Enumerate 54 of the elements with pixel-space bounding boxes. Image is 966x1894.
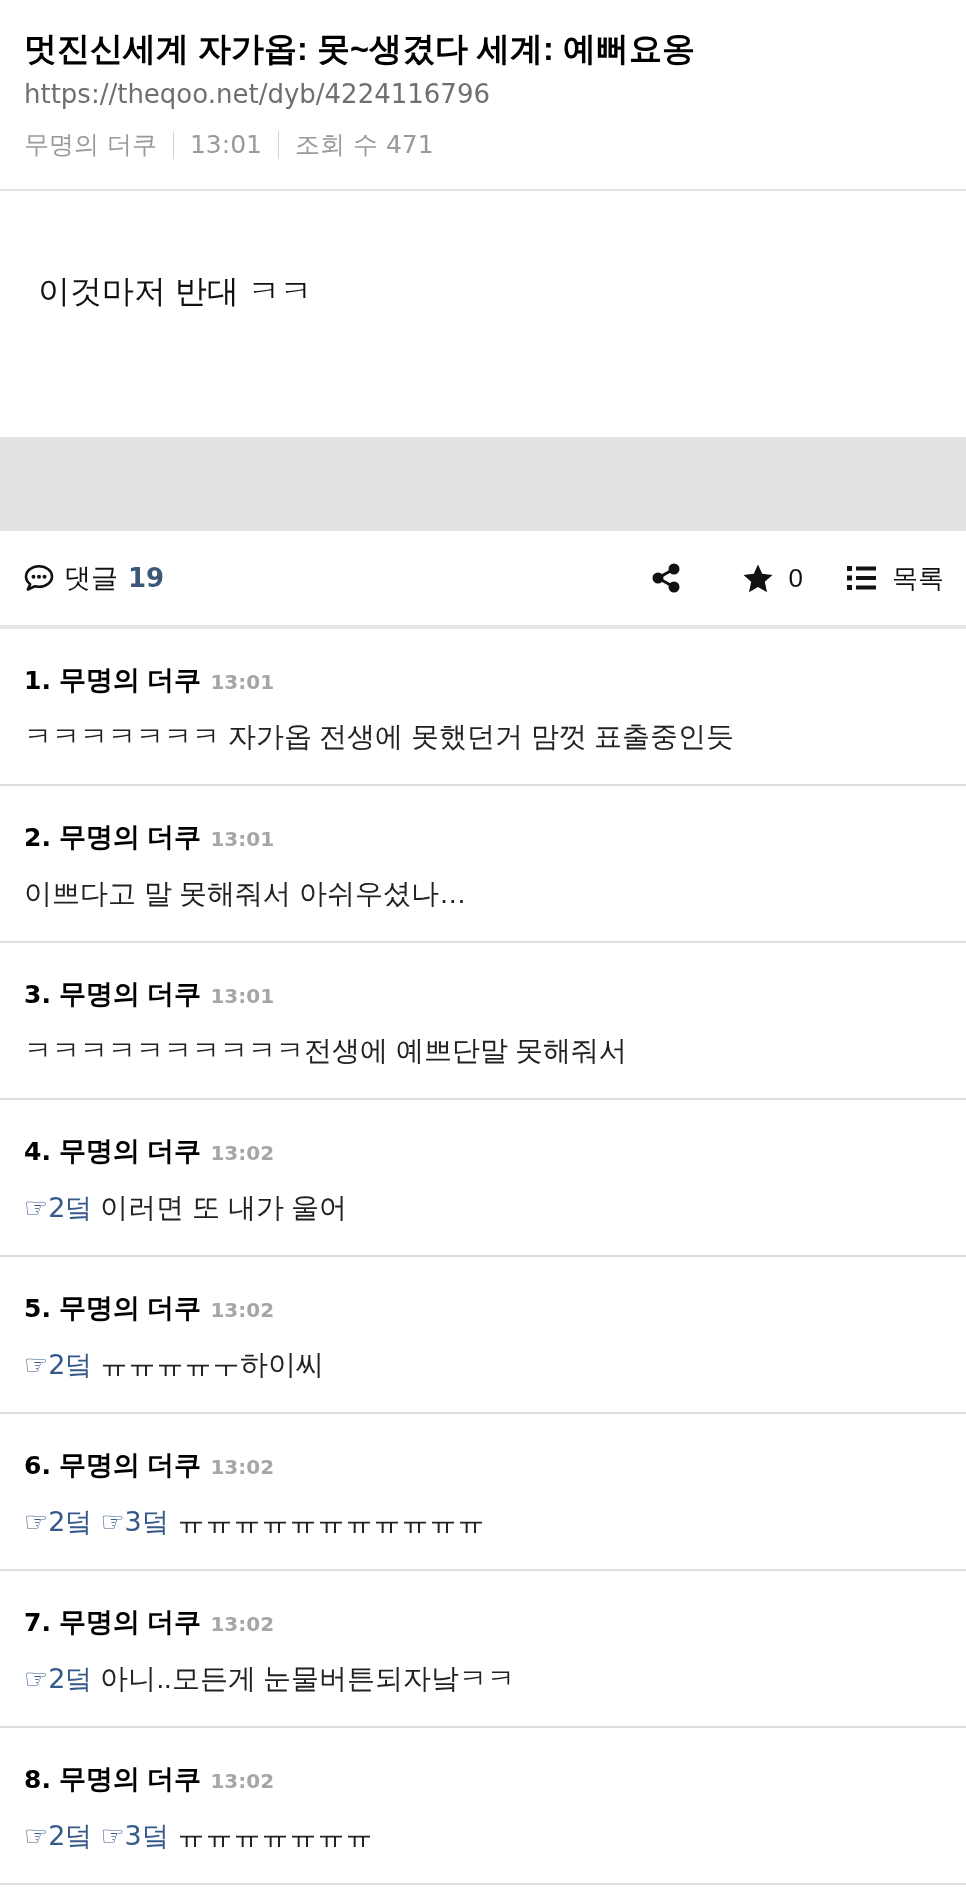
comment-text: ㅠㅠㅠㅠㅠㅠㅠ	[176, 1819, 373, 1853]
comment-time: 13:02	[210, 1140, 275, 1167]
comment-time: 13:01	[210, 826, 275, 853]
comment-text: ㅋㅋㅋㅋㅋㅋㅋ 자가옵 전생에 못했던거 맘껏 표출중인듯	[24, 720, 735, 754]
comment-text: ㅋㅋㅋㅋㅋㅋㅋㅋㅋㅋ전생에 예쁘단말 못해줘서	[24, 1034, 628, 1068]
comment-text: ㅠㅠㅠㅠㅜ하이씨	[100, 1348, 325, 1382]
comment-author: 무명의 더쿠	[58, 1763, 202, 1795]
comment-author: 무명의 더쿠	[58, 978, 202, 1010]
comment-text: 이쁘다고 말 못해줘서 아쉬우셨나…	[24, 877, 467, 911]
reply-link[interactable]: ☞2덬	[24, 1346, 93, 1384]
comment-icon	[24, 564, 54, 592]
comment-time: 13:02	[210, 1297, 275, 1324]
comments-label: 댓글	[64, 562, 118, 595]
comment-author: 무명의 더쿠	[58, 1292, 202, 1324]
post-body-text: 이것마저 반대 ㅋㅋ	[38, 272, 313, 311]
comment-time: 13:02	[210, 1454, 275, 1481]
post-time: 13:01	[172, 131, 262, 159]
comment-text: 아니..모든게 눈물버튼되자낰ㅋㅋ	[100, 1662, 516, 1696]
list-icon	[847, 566, 876, 590]
comment-number: 4.	[24, 1136, 51, 1168]
share-icon	[651, 563, 680, 593]
reply-link[interactable]: ☞3덬	[100, 1817, 169, 1855]
list-button[interactable]: 목록	[847, 561, 944, 595]
comment-author: 무명의 더쿠	[58, 821, 202, 853]
comment-time: 13:01	[210, 983, 275, 1010]
comment-number: 8.	[24, 1764, 51, 1796]
post-url: https://theqoo.net/dyb/4224116796	[24, 78, 491, 111]
comment-author: 무명의 더쿠	[58, 1135, 202, 1167]
reply-link[interactable]: ☞2덬	[24, 1189, 93, 1227]
share-button[interactable]	[651, 563, 680, 593]
author-name: 무명의 더쿠	[24, 131, 157, 159]
comment-number: 3.	[24, 979, 51, 1011]
comment-author: 무명의 더쿠	[58, 1606, 202, 1638]
comment-text: 이러면 또 내가 울어	[100, 1191, 348, 1225]
comment-number: 5.	[24, 1293, 51, 1325]
reply-link[interactable]: ☞3덬	[100, 1503, 169, 1541]
star-icon	[742, 563, 773, 593]
comment-number: 6.	[24, 1450, 51, 1482]
reply-link[interactable]: ☞2덬	[24, 1817, 93, 1855]
comment-number: 1.	[24, 665, 51, 697]
comment-author: 무명의 더쿠	[58, 1449, 202, 1481]
reply-link[interactable]: ☞2덬	[24, 1503, 93, 1541]
comment-time: 13:02	[210, 1768, 275, 1795]
comment-author: 무명의 더쿠	[58, 664, 202, 696]
comment-time: 13:02	[210, 1611, 275, 1638]
comment-text: ㅠㅠㅠㅠㅠㅠㅠㅠㅠㅠㅠ	[176, 1505, 485, 1539]
reply-link[interactable]: ☞2덬	[24, 1660, 93, 1698]
comment-number: 7.	[24, 1607, 51, 1639]
view-count: 조회 수 471	[278, 131, 434, 159]
comment-number: 2.	[24, 822, 51, 854]
comments-count: 19	[128, 562, 165, 595]
post-title: 멋진신세계 자가옵: 못~생겼다 세계: 예뻐요옹	[24, 30, 696, 69]
comment-time: 13:01	[210, 669, 275, 696]
star-button[interactable]: 0	[742, 561, 803, 595]
